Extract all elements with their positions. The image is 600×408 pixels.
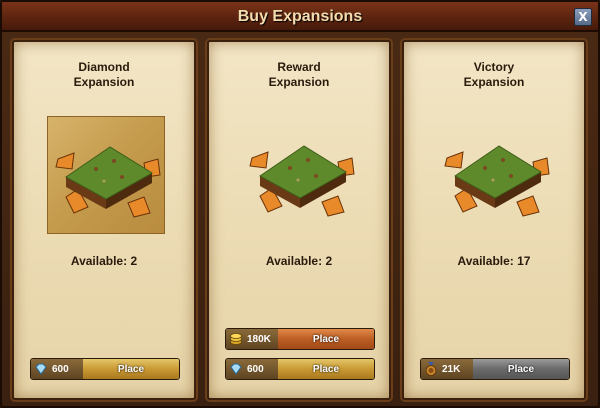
cost-value: 600	[52, 363, 69, 375]
place-label: Place	[278, 329, 374, 349]
available-count: Available: 17	[457, 254, 531, 268]
window-title: Buy Expansions	[237, 8, 363, 25]
available-count: Available: 2	[265, 254, 333, 268]
place-label: Place	[473, 359, 569, 379]
panel-reward-expansion: Reward Expansion Available: 2 180K Place…	[207, 40, 391, 400]
expansion-tile-icon	[249, 145, 355, 217]
expansion-tile-image[interactable]	[47, 116, 165, 234]
buy-expansions-window: Buy Expansions X Diamond Expansion Avail…	[0, 0, 600, 408]
place-with-medals-button[interactable]: 21K Place	[420, 358, 570, 380]
cost-display: 21K	[421, 359, 473, 379]
close-button[interactable]: X	[574, 8, 592, 26]
expansion-tile-icon	[444, 145, 550, 217]
cost-display: 180K	[226, 329, 278, 349]
place-with-coins-button[interactable]: 180K Place	[225, 328, 375, 350]
diamond-icon	[230, 363, 242, 375]
coins-icon	[230, 333, 242, 345]
cost-value: 180K	[247, 333, 271, 345]
panel-victory-expansion: Victory Expansion Available: 17 21K Plac…	[402, 40, 586, 400]
place-with-diamonds-button[interactable]: 600 Place	[225, 358, 375, 380]
panel-title: Diamond Expansion	[73, 60, 135, 89]
diamond-icon	[35, 363, 47, 375]
panel-title: Victory Expansion	[463, 60, 525, 89]
cost-value: 21K	[442, 363, 461, 375]
medal-icon	[425, 362, 437, 376]
expansion-tile-image[interactable]	[242, 116, 360, 234]
title-bar: Buy Expansions X	[2, 2, 598, 32]
expansion-tile-icon	[55, 146, 161, 218]
place-label: Place	[278, 359, 374, 379]
panel-title: Reward Expansion	[268, 60, 330, 89]
available-count: Available: 2	[70, 254, 138, 268]
cost-display: 600	[31, 359, 83, 379]
cost-display: 600	[226, 359, 278, 379]
place-with-diamonds-button[interactable]: 600 Place	[30, 358, 180, 380]
place-label: Place	[83, 359, 179, 379]
cost-value: 600	[247, 363, 264, 375]
panel-diamond-expansion: Diamond Expansion Available: 2 600 Place	[12, 40, 196, 400]
expansion-tile-image[interactable]	[437, 116, 555, 234]
